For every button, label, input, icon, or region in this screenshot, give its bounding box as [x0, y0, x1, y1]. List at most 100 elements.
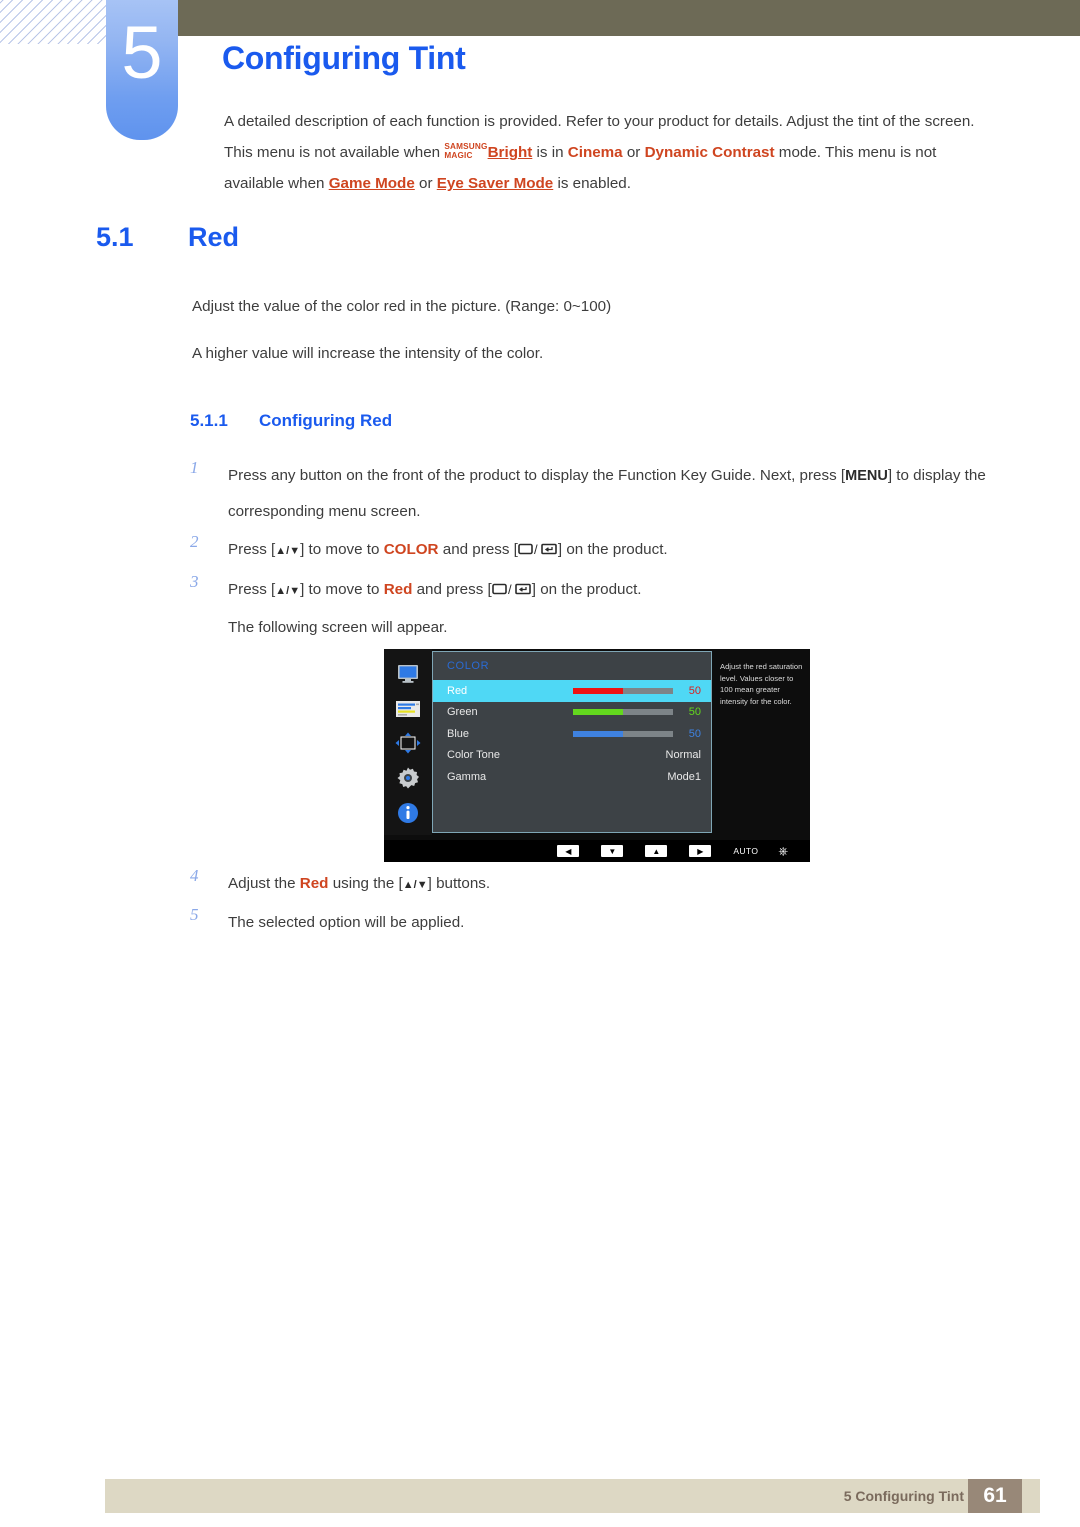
- osd-slider-track[interactable]: [573, 730, 673, 737]
- osd-row-red[interactable]: Red 50: [433, 680, 711, 702]
- section-number: 5.1: [96, 222, 134, 252]
- intro-or-1: or: [622, 144, 645, 161]
- osd-help-text: Adjust the red saturation level. Values …: [713, 651, 809, 833]
- step-2-text-d: ] on the product.: [557, 541, 668, 558]
- step-4-text-c: ] buttons.: [427, 875, 491, 892]
- chapter-number: 5: [121, 11, 163, 94]
- step-5: 5 The selected option will be applied.: [190, 905, 1006, 941]
- step-3-text-d: ] on the product.: [531, 581, 642, 598]
- chapter-tab: 5: [106, 0, 178, 140]
- osd-key-left[interactable]: ◀: [557, 845, 580, 857]
- step-4: 4 Adjust the Red using the [▲/▼] buttons…: [190, 866, 1006, 903]
- step-3-followup-text: The following screen will appear.: [228, 619, 448, 636]
- osd-key-down[interactable]: ▼: [601, 845, 624, 857]
- setup-gear-icon[interactable]: [393, 765, 423, 791]
- step-number: 5: [190, 905, 199, 924]
- step-2: 2 Press [▲/▼] to move to COLOR and press…: [190, 532, 1006, 570]
- instruction-steps-continued: 4 Adjust the Red using the [▲/▼] buttons…: [190, 866, 1006, 943]
- section-title: Red: [188, 222, 240, 252]
- step-3-text-a: Press [: [228, 581, 276, 598]
- osd-slider-fill: [573, 687, 623, 694]
- osd-slider-fill: [573, 709, 623, 716]
- osd-row-value: 50: [688, 727, 701, 740]
- footer-chapter-label: 5 Configuring Tint: [843, 1488, 964, 1504]
- osd-menu-heading: COLOR: [447, 660, 490, 672]
- osd-menu-panel: COLOR Red 50 Green 50 Blue 50 Color Tone…: [432, 651, 712, 833]
- osd-slider-fill: [573, 730, 623, 737]
- eye-saver-mode-term: Eye Saver Mode: [436, 175, 554, 192]
- osd-row-color-tone[interactable]: Color Tone Normal: [433, 745, 711, 767]
- osd-auto-label[interactable]: AUTO: [733, 846, 758, 856]
- enter-button-icon: /: [518, 534, 558, 570]
- subsection-title: Configuring Red: [259, 411, 393, 430]
- step-number: 4: [190, 866, 199, 885]
- osd-key-right[interactable]: ▶: [689, 845, 712, 857]
- osd-key-up[interactable]: ▲: [645, 845, 668, 857]
- osd-menu-rows: Red 50 Green 50 Blue 50 Color Tone Norma…: [433, 680, 711, 788]
- game-mode-term: Game Mode: [328, 175, 415, 192]
- osd-row-blue[interactable]: Blue 50: [433, 723, 711, 745]
- svg-text:/: /: [508, 582, 512, 596]
- osd-row-value: Mode1: [667, 770, 701, 783]
- step-text: The selected option will be applied.: [228, 914, 465, 931]
- step-text: Adjust the Red using the [▲/▼] buttons.: [228, 866, 1006, 903]
- osd-slider-track[interactable]: [573, 709, 673, 716]
- step-number: 3: [190, 572, 199, 591]
- red-menu-term: Red: [299, 875, 329, 892]
- intro-text-2: is in: [532, 144, 568, 161]
- step-3-text-c: and press [: [412, 581, 492, 598]
- step-1: 1 Press any button on the front of the p…: [190, 458, 1006, 530]
- up-down-arrows-icon: ▲/▼: [275, 545, 301, 557]
- decorative-hatch-pattern: [0, 0, 108, 44]
- osd-screenshot: COLOR Red 50 Green 50 Blue 50 Color Tone…: [384, 649, 810, 862]
- dynamic-contrast-term: Dynamic Contrast: [644, 144, 775, 161]
- step-3-text-b: ] to move to: [300, 581, 384, 598]
- magic-line-2: MAGIC: [444, 151, 473, 160]
- svg-text:/: /: [534, 542, 538, 556]
- samsung-magic-logo: SAMSUNG MAGIC: [444, 142, 487, 161]
- header-olive-bar: [178, 0, 1080, 36]
- osd-slider-track[interactable]: [573, 687, 673, 694]
- osd-row-value: Normal: [665, 749, 701, 762]
- information-icon[interactable]: [393, 800, 423, 826]
- size-position-icon[interactable]: [393, 731, 423, 757]
- osd-row-label: Red: [447, 684, 468, 697]
- step-2-text-b: ] to move to: [300, 541, 384, 558]
- picture-icon[interactable]: [393, 696, 423, 722]
- step-1-text-before: Press any button on the front of the pro…: [228, 467, 846, 484]
- chapter-intro-paragraph: A detailed description of each function …: [224, 106, 996, 199]
- menu-key-label: MENU: [845, 468, 888, 484]
- section-paragraph-2: A higher value will increase the intensi…: [192, 345, 544, 362]
- page-title: Configuring Tint: [222, 40, 466, 76]
- red-menu-term: Red: [383, 581, 413, 598]
- up-down-arrows-icon: ▲/▼: [402, 879, 428, 891]
- intro-text-4: is enabled.: [553, 175, 631, 192]
- osd-row-label: Green: [447, 706, 478, 719]
- step-3: 3 Press [▲/▼] to move to Red and press […: [190, 572, 1006, 646]
- osd-row-gamma[interactable]: Gamma Mode1: [433, 766, 711, 788]
- page-number-badge: 61: [968, 1479, 1022, 1513]
- osd-row-label: Gamma: [447, 770, 487, 783]
- instruction-steps: 1 Press any button on the front of the p…: [190, 458, 1006, 648]
- up-down-arrows-icon: ▲/▼: [275, 585, 301, 597]
- osd-key-guide-bar: ◀ ▼ ▲ ▶ AUTO ⎈: [384, 840, 810, 862]
- intro-or-2: or: [414, 175, 437, 192]
- color-menu-term: COLOR: [383, 541, 439, 558]
- section-paragraph-1: Adjust the value of the color red in the…: [192, 298, 612, 315]
- osd-row-value: 50: [688, 706, 701, 719]
- osd-sidebar: [384, 649, 432, 835]
- step-text: Press any button on the front of the pro…: [228, 458, 1006, 530]
- osd-row-label: Color Tone: [447, 749, 500, 762]
- display-icon[interactable]: [393, 661, 423, 687]
- magic-line-1: SAMSUNG: [444, 141, 488, 151]
- step-number: 1: [190, 458, 199, 477]
- osd-row-label: Blue: [447, 727, 470, 740]
- page-footer: 5 Configuring Tint 61: [105, 1479, 1040, 1513]
- step-2-text-a: Press [: [228, 541, 276, 558]
- osd-row-green[interactable]: Green 50: [433, 702, 711, 724]
- power-icon[interactable]: ⎈: [778, 845, 788, 857]
- step-text: Press [▲/▼] to move to COLOR and press […: [228, 532, 1006, 570]
- step-4-text-b: using the [: [328, 875, 403, 892]
- step-number: 2: [190, 532, 199, 551]
- step-4-text-a: Adjust the: [228, 875, 300, 892]
